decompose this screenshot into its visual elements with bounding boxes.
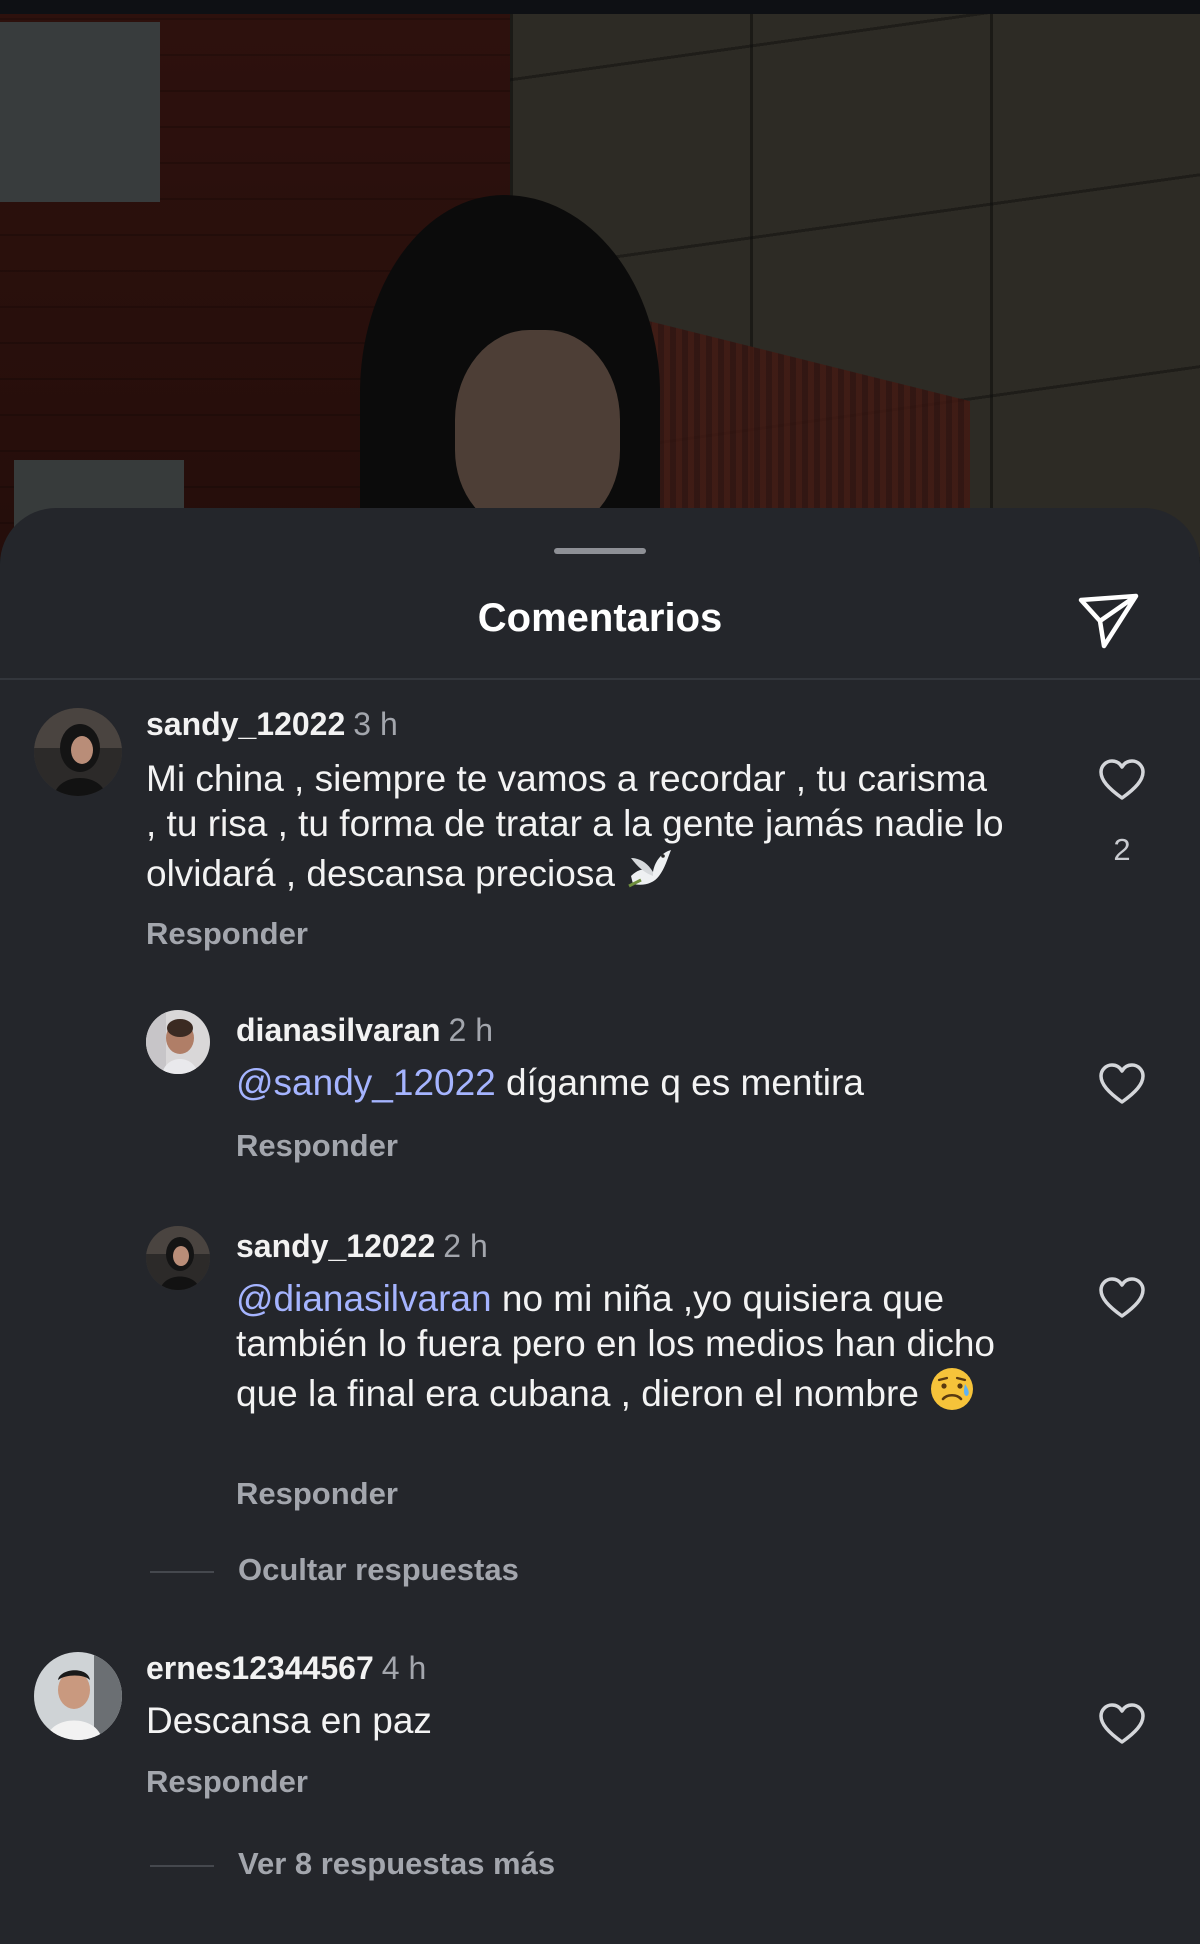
reply-text: @dianasilvaran no mi niña ,yo quisiera q…: [236, 1278, 995, 1414]
reply-username[interactable]: dianasilvaran 2 h: [236, 1012, 493, 1049]
thread-line: [150, 1865, 214, 1867]
avatar[interactable]: [146, 1010, 210, 1074]
hide-replies-button[interactable]: Ocultar respuestas: [238, 1552, 519, 1588]
background-photo: [0, 0, 1200, 560]
sad-tear-emoji: [931, 1368, 974, 1410]
sheet-title: Comentarios: [477, 596, 723, 640]
reply-button[interactable]: Responder: [146, 916, 308, 952]
sheet-grabber[interactable]: [554, 548, 646, 554]
view-more-replies-button[interactable]: Ver 8 respuestas más: [238, 1846, 555, 1882]
heart-icon[interactable]: [1098, 1062, 1146, 1106]
comment-username[interactable]: sandy_12022 3 h: [146, 706, 398, 743]
reply-username[interactable]: sandy_12022 2 h: [236, 1228, 488, 1265]
mention-link[interactable]: @dianasilvaran: [236, 1278, 492, 1319]
reply-button[interactable]: Responder: [146, 1764, 308, 1800]
comments-sheet: Comentarios sandy_12022 3 h Mi china , si…: [0, 508, 1200, 1944]
like-count: 2: [1113, 832, 1131, 867]
reply-button[interactable]: Responder: [236, 1476, 398, 1512]
avatar[interactable]: [146, 1226, 210, 1290]
reply-button[interactable]: Responder: [236, 1128, 398, 1164]
send-icon[interactable]: [1076, 590, 1142, 650]
heart-icon[interactable]: [1098, 1702, 1146, 1746]
heart-icon[interactable]: [1098, 1276, 1146, 1320]
reply-text: @sandy_12022 díganme q es mentira: [236, 1062, 864, 1103]
dove-emoji: [628, 850, 672, 888]
avatar[interactable]: [34, 708, 122, 796]
header-divider: [0, 678, 1200, 680]
comment-text: Mi china , siempre te vamos a recordar ,…: [146, 758, 1004, 894]
mention-link[interactable]: @sandy_12022: [236, 1062, 496, 1103]
heart-icon[interactable]: [1098, 758, 1146, 802]
comment-time: 4 h: [381, 1650, 427, 1686]
comment-time: 3 h: [353, 706, 398, 742]
avatar[interactable]: [34, 1652, 122, 1740]
comment-username[interactable]: ernes12344567 4 h: [146, 1650, 426, 1687]
reply-time: 2 h: [448, 1012, 494, 1048]
reply-time: 2 h: [443, 1228, 488, 1264]
comment-text: Descansa en paz: [146, 1700, 432, 1741]
thread-line: [150, 1571, 214, 1573]
